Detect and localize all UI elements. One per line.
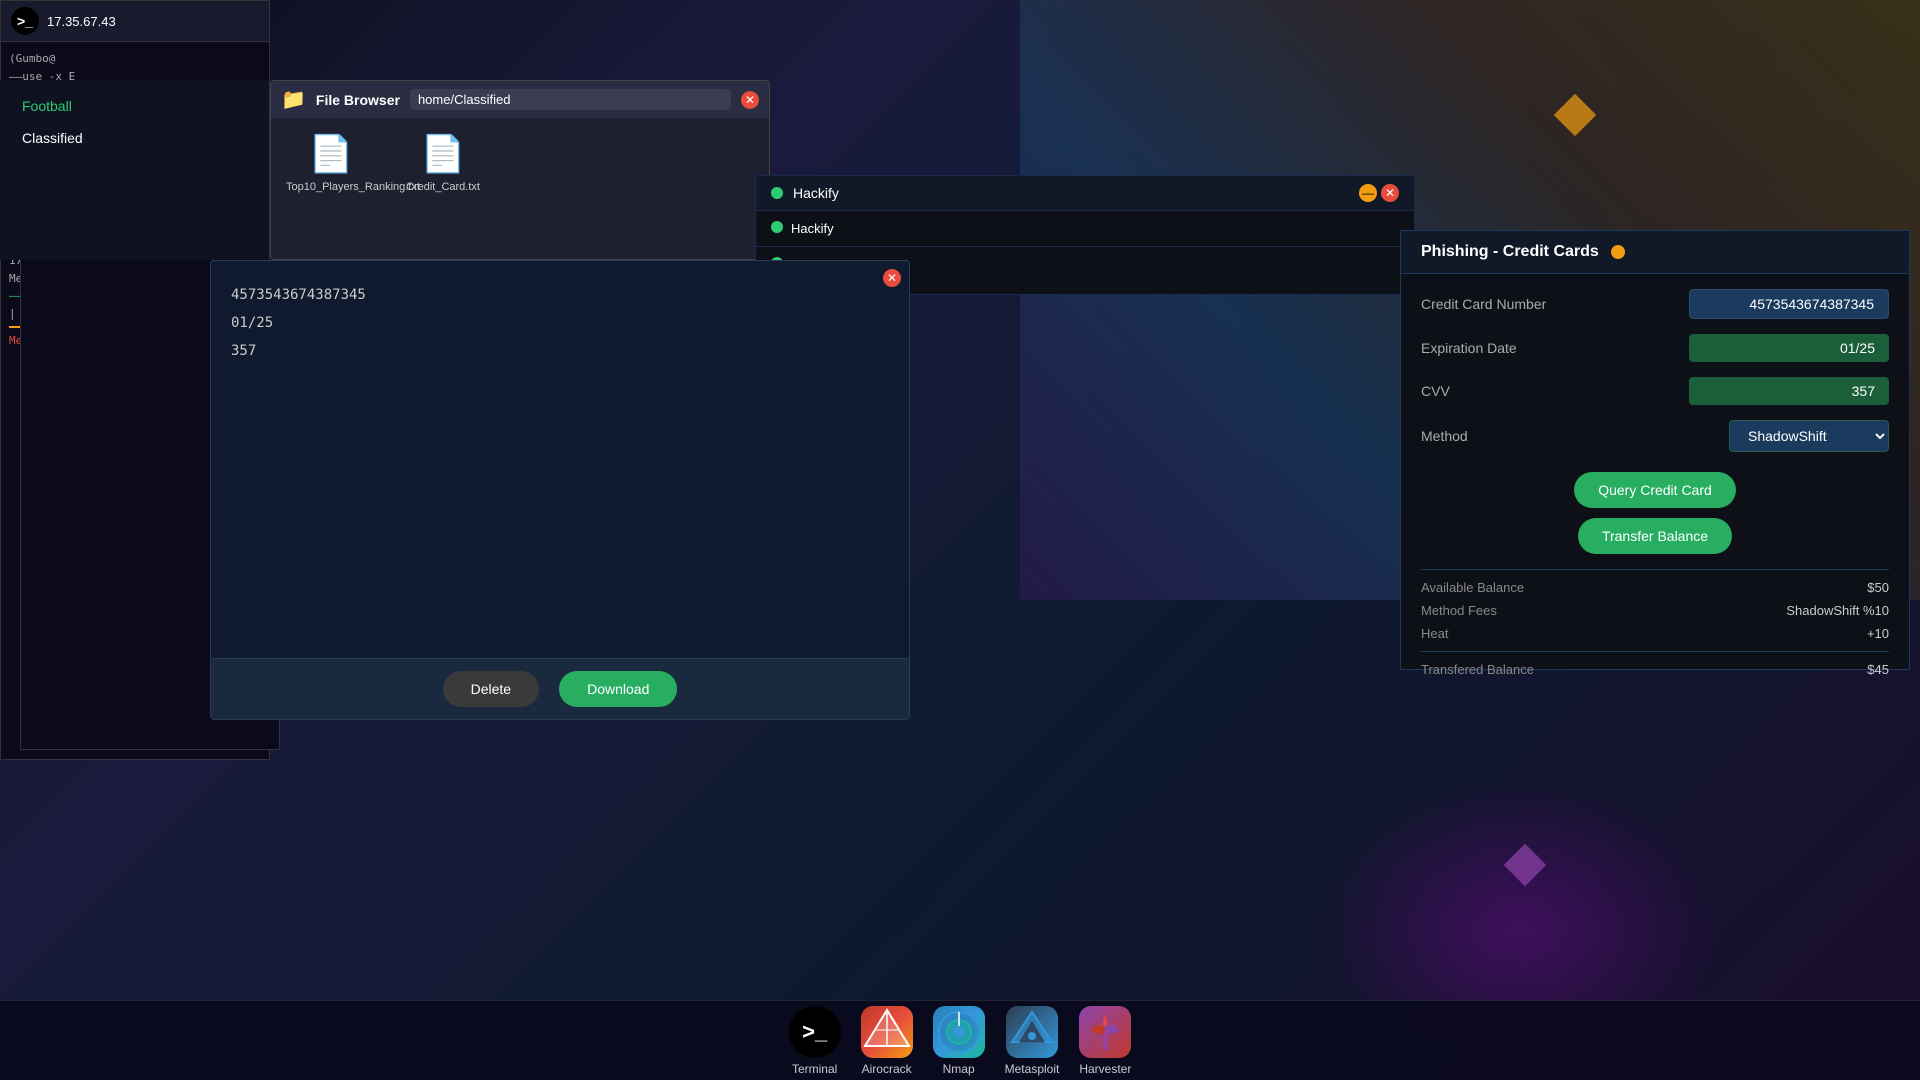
hackify-title: Hackify bbox=[793, 185, 839, 201]
file-browser-window: 📁 File Browser ✕ 📄 Top10_Players_Ranking… bbox=[270, 80, 770, 260]
hackify-status-dot bbox=[771, 187, 783, 199]
transfer-balance-button[interactable]: Transfer Balance bbox=[1578, 518, 1732, 554]
taskbar: >_ Terminal Airocrack Nmap bbox=[0, 1000, 1920, 1080]
file-item-creditcard[interactable]: 📄 Credit_Card.txt bbox=[406, 133, 480, 193]
file-viewer-footer: Delete Download bbox=[211, 658, 909, 719]
hackify-nav-dot bbox=[771, 221, 783, 233]
transferred-label: Transfered Balance bbox=[1421, 662, 1534, 677]
file-browser-title: File Browser bbox=[316, 92, 400, 108]
file-doc-icon: 📄 bbox=[309, 133, 354, 175]
method-select[interactable]: ShadowShift bbox=[1729, 420, 1889, 452]
sidebar-panel: Football Classified bbox=[0, 80, 270, 260]
file-viewer-close[interactable]: ✕ bbox=[883, 269, 901, 287]
terminal-ip-1: 17.35.67.43 bbox=[47, 14, 116, 29]
expiration-label: Expiration Date bbox=[1421, 340, 1517, 356]
method-fees-label: Method Fees bbox=[1421, 603, 1497, 618]
terminal-titlebar-1: >_ 17.35.67.43 bbox=[1, 1, 269, 42]
method-row: Method ShadowShift bbox=[1421, 420, 1889, 452]
sidebar-item-football[interactable]: Football bbox=[10, 90, 259, 122]
method-fees-row: Method Fees ShadowShift %10 bbox=[1421, 603, 1889, 618]
expiration-value[interactable]: 01/25 bbox=[1689, 334, 1889, 362]
file-browser-path[interactable] bbox=[410, 89, 731, 110]
cvv-row: CVV 357 bbox=[1421, 377, 1889, 405]
cc-number-value[interactable]: 4573543674387345 bbox=[1689, 289, 1889, 319]
credit-card-row: Credit Card Number 4573543674387345 bbox=[1421, 289, 1889, 319]
harvester-taskbar-icon bbox=[1079, 1006, 1131, 1058]
method-label: Method bbox=[1421, 428, 1468, 444]
delete-button[interactable]: Delete bbox=[443, 671, 539, 707]
hackify-nav: Hackify bbox=[756, 211, 1414, 247]
phishing-header: Phishing - Credit Cards bbox=[1401, 231, 1909, 274]
heat-label: Heat bbox=[1421, 626, 1448, 641]
cc-number-label: Credit Card Number bbox=[1421, 296, 1546, 312]
file-browser-body: 📄 Top10_Players_Ranking.txt 📄 Credit_Car… bbox=[271, 118, 769, 208]
divider bbox=[1421, 569, 1889, 570]
file-item-ranking[interactable]: 📄 Top10_Players_Ranking.txt bbox=[286, 133, 376, 193]
nmap-taskbar-label: Nmap bbox=[943, 1062, 975, 1076]
heat-value: +10 bbox=[1867, 626, 1889, 641]
taskbar-harvester[interactable]: Harvester bbox=[1079, 1006, 1131, 1076]
cvv-value[interactable]: 357 bbox=[1689, 377, 1889, 405]
metasploit-taskbar-icon bbox=[1006, 1006, 1058, 1058]
phishing-status-dot bbox=[1611, 245, 1625, 259]
terminal-taskbar-label: Terminal bbox=[792, 1062, 837, 1076]
available-balance-label: Available Balance bbox=[1421, 580, 1524, 595]
transferred-value: $45 bbox=[1867, 662, 1889, 677]
file-viewer-content: 4573543674387345 01/25 357 bbox=[211, 261, 909, 658]
query-credit-card-button[interactable]: Query Credit Card bbox=[1574, 472, 1736, 508]
divider-2 bbox=[1421, 651, 1889, 652]
taskbar-airocrack[interactable]: Airocrack bbox=[861, 1006, 913, 1076]
nmap-taskbar-icon bbox=[933, 1006, 985, 1058]
taskbar-nmap[interactable]: Nmap bbox=[933, 1006, 985, 1076]
file-browser-close[interactable]: ✕ bbox=[741, 91, 759, 109]
airocrack-taskbar-label: Airocrack bbox=[862, 1062, 912, 1076]
file-browser-titlebar: 📁 File Browser ✕ bbox=[271, 81, 769, 118]
file-doc-icon-2: 📄 bbox=[421, 133, 466, 175]
cvv-label: CVV bbox=[1421, 383, 1450, 399]
terminal-taskbar-icon: >_ bbox=[789, 1006, 841, 1058]
phishing-title: Phishing - Credit Cards bbox=[1421, 243, 1599, 261]
cc-expiry-line: 01/25 bbox=[231, 309, 889, 337]
available-balance-value: $50 bbox=[1867, 580, 1889, 595]
harvester-taskbar-label: Harvester bbox=[1079, 1062, 1131, 1076]
transferred-balance-row: Transfered Balance $45 bbox=[1421, 662, 1889, 677]
hackify-minimize-btn[interactable]: — bbox=[1359, 184, 1377, 202]
phishing-panel: Phishing - Credit Cards Credit Card Numb… bbox=[1400, 230, 1910, 670]
download-button[interactable]: Download bbox=[559, 671, 677, 707]
taskbar-metasploit[interactable]: Metasploit bbox=[1005, 1006, 1060, 1076]
file-viewer-modal: ✕ 4573543674387345 01/25 357 Delete Down… bbox=[210, 260, 910, 720]
expiration-row: Expiration Date 01/25 bbox=[1421, 334, 1889, 362]
terminal-line: (Gumbo@ bbox=[9, 50, 261, 68]
sidebar-item-classified[interactable]: Classified bbox=[10, 122, 259, 154]
file-name-ranking: Top10_Players_Ranking.txt bbox=[286, 181, 376, 193]
folder-icon: 📁 bbox=[281, 87, 306, 112]
action-buttons: Query Credit Card Transfer Balance bbox=[1421, 467, 1889, 559]
hackify-close-btn[interactable]: ✕ bbox=[1381, 184, 1399, 202]
hackify-nav-label[interactable]: Hackify bbox=[791, 221, 834, 236]
available-balance-row: Available Balance $50 bbox=[1421, 580, 1889, 595]
taskbar-terminal[interactable]: >_ Terminal bbox=[789, 1006, 841, 1076]
heat-row: Heat +10 bbox=[1421, 626, 1889, 641]
terminal-icon-1: >_ bbox=[11, 7, 39, 35]
method-fees-value: ShadowShift %10 bbox=[1786, 603, 1889, 618]
cc-cvv-line: 357 bbox=[231, 337, 889, 365]
cc-number-line: 4573543674387345 bbox=[231, 281, 889, 309]
airocrack-taskbar-icon bbox=[861, 1006, 913, 1058]
file-name-creditcard: Credit_Card.txt bbox=[406, 181, 480, 193]
metasploit-taskbar-label: Metasploit bbox=[1005, 1062, 1060, 1076]
phishing-body: Credit Card Number 4573543674387345 Expi… bbox=[1401, 274, 1909, 700]
